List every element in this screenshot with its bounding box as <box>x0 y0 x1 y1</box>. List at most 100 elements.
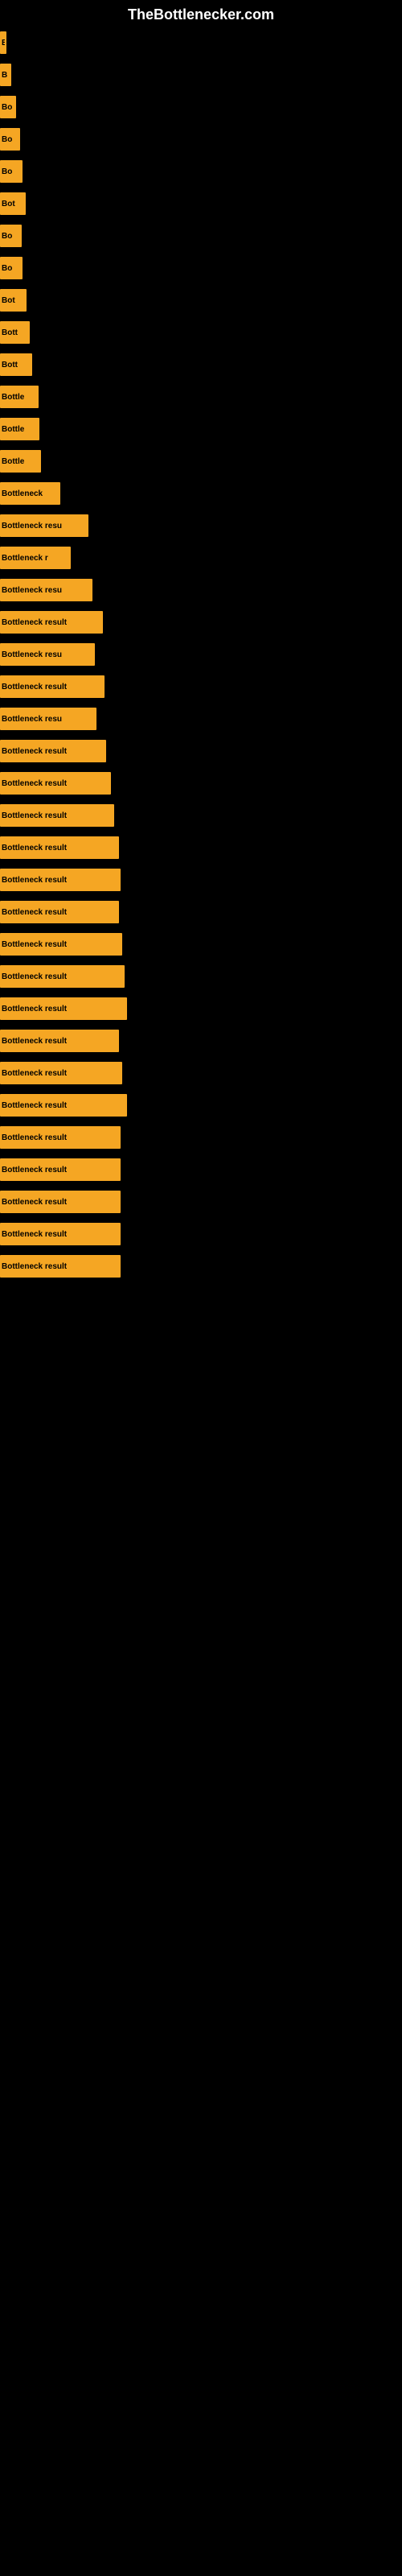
bar-label-35: Bottleneck result <box>0 1126 121 1149</box>
bar-row-32: Bottleneck result <box>0 1025 402 1057</box>
bar-row-37: Bottleneck result <box>0 1186 402 1218</box>
bar-row-7: Bo <box>0 220 402 252</box>
bar-row-21: Bottleneck result <box>0 671 402 703</box>
bar-text-13: Bottle <box>0 425 24 434</box>
bar-text-16: Bottleneck resu <box>0 522 62 530</box>
bar-row-34: Bottleneck result <box>0 1089 402 1121</box>
bar-label-27: Bottleneck result <box>0 869 121 891</box>
bar-row-23: Bottleneck result <box>0 735 402 767</box>
bar-label-32: Bottleneck result <box>0 1030 119 1052</box>
bar-row-15: Bottleneck <box>0 477 402 510</box>
bar-label-9: Bot <box>0 289 27 312</box>
bar-text-18: Bottleneck resu <box>0 586 62 595</box>
bar-row-9: Bot <box>0 284 402 316</box>
bar-row-16: Bottleneck resu <box>0 510 402 542</box>
bar-label-11: Bott <box>0 353 32 376</box>
bar-text-10: Bott <box>0 328 18 337</box>
bar-text-9: Bot <box>0 296 15 305</box>
bar-row-4: Bo <box>0 123 402 155</box>
bar-row-31: Bottleneck result <box>0 993 402 1025</box>
bar-label-16: Bottleneck resu <box>0 514 88 537</box>
bar-label-1: B <box>0 31 6 54</box>
bar-text-24: Bottleneck result <box>0 779 67 788</box>
bar-text-14: Bottle <box>0 457 24 466</box>
bar-text-15: Bottleneck <box>0 489 43 498</box>
bar-label-30: Bottleneck result <box>0 965 125 988</box>
bar-row-3: Bo <box>0 91 402 123</box>
bar-text-2: B <box>0 71 7 80</box>
bar-row-25: Bottleneck result <box>0 799 402 832</box>
bar-label-38: Bottleneck result <box>0 1223 121 1245</box>
bar-text-3: Bo <box>0 103 12 112</box>
bar-row-20: Bottleneck resu <box>0 638 402 671</box>
bar-label-14: Bottle <box>0 450 41 473</box>
bar-row-38: Bottleneck result <box>0 1218 402 1250</box>
bar-row-10: Bott <box>0 316 402 349</box>
bar-label-29: Bottleneck result <box>0 933 122 956</box>
bar-row-30: Bottleneck result <box>0 960 402 993</box>
bar-label-39: Bottleneck result <box>0 1255 121 1278</box>
bar-label-4: Bo <box>0 128 20 151</box>
bar-row-27: Bottleneck result <box>0 864 402 896</box>
bar-text-1: B <box>0 39 5 47</box>
bar-label-15: Bottleneck <box>0 482 60 505</box>
bar-text-22: Bottleneck resu <box>0 715 62 724</box>
bar-label-25: Bottleneck result <box>0 804 114 827</box>
bar-label-26: Bottleneck result <box>0 836 119 859</box>
bar-text-33: Bottleneck result <box>0 1069 67 1078</box>
bar-row-29: Bottleneck result <box>0 928 402 960</box>
bar-row-8: Bo <box>0 252 402 284</box>
bar-text-20: Bottleneck resu <box>0 650 62 659</box>
bar-label-8: Bo <box>0 257 23 279</box>
bar-label-36: Bottleneck result <box>0 1158 121 1181</box>
bar-row-14: Bottle <box>0 445 402 477</box>
bar-row-35: Bottleneck result <box>0 1121 402 1154</box>
bar-row-33: Bottleneck result <box>0 1057 402 1089</box>
bar-label-34: Bottleneck result <box>0 1094 127 1117</box>
bar-label-3: Bo <box>0 96 16 118</box>
bar-text-11: Bott <box>0 361 18 369</box>
bar-row-1: B <box>0 27 402 59</box>
bar-text-27: Bottleneck result <box>0 876 67 885</box>
bar-text-28: Bottleneck result <box>0 908 67 917</box>
bar-text-34: Bottleneck result <box>0 1101 67 1110</box>
bar-text-8: Bo <box>0 264 12 273</box>
bar-text-26: Bottleneck result <box>0 844 67 852</box>
bar-label-7: Bo <box>0 225 22 247</box>
bar-label-31: Bottleneck result <box>0 997 127 1020</box>
bar-row-17: Bottleneck r <box>0 542 402 574</box>
bar-label-5: Bo <box>0 160 23 183</box>
bar-label-10: Bott <box>0 321 30 344</box>
bar-label-33: Bottleneck result <box>0 1062 122 1084</box>
bar-text-36: Bottleneck result <box>0 1166 67 1174</box>
bar-label-6: Bot <box>0 192 26 215</box>
bar-row-36: Bottleneck result <box>0 1154 402 1186</box>
bar-text-25: Bottleneck result <box>0 811 67 820</box>
bar-text-7: Bo <box>0 232 12 241</box>
site-title: TheBottlenecker.com <box>0 0 402 27</box>
bar-text-37: Bottleneck result <box>0 1198 67 1207</box>
bar-text-30: Bottleneck result <box>0 972 67 981</box>
bar-text-4: Bo <box>0 135 12 144</box>
bar-row-24: Bottleneck result <box>0 767 402 799</box>
bar-row-26: Bottleneck result <box>0 832 402 864</box>
bar-row-18: Bottleneck resu <box>0 574 402 606</box>
bar-label-24: Bottleneck result <box>0 772 111 795</box>
bar-label-22: Bottleneck resu <box>0 708 96 730</box>
bar-label-12: Bottle <box>0 386 39 408</box>
bar-label-28: Bottleneck result <box>0 901 119 923</box>
bar-label-2: B <box>0 64 11 86</box>
bar-label-20: Bottleneck resu <box>0 643 95 666</box>
bar-text-21: Bottleneck result <box>0 683 67 691</box>
bar-text-38: Bottleneck result <box>0 1230 67 1239</box>
bar-text-19: Bottleneck result <box>0 618 67 627</box>
bar-row-12: Bottle <box>0 381 402 413</box>
bar-label-17: Bottleneck r <box>0 547 71 569</box>
bar-text-5: Bo <box>0 167 12 176</box>
bar-row-11: Bott <box>0 349 402 381</box>
bar-label-37: Bottleneck result <box>0 1191 121 1213</box>
bar-row-39: Bottleneck result <box>0 1250 402 1282</box>
bar-text-23: Bottleneck result <box>0 747 67 756</box>
bar-text-39: Bottleneck result <box>0 1262 67 1271</box>
bar-row-5: Bo <box>0 155 402 188</box>
